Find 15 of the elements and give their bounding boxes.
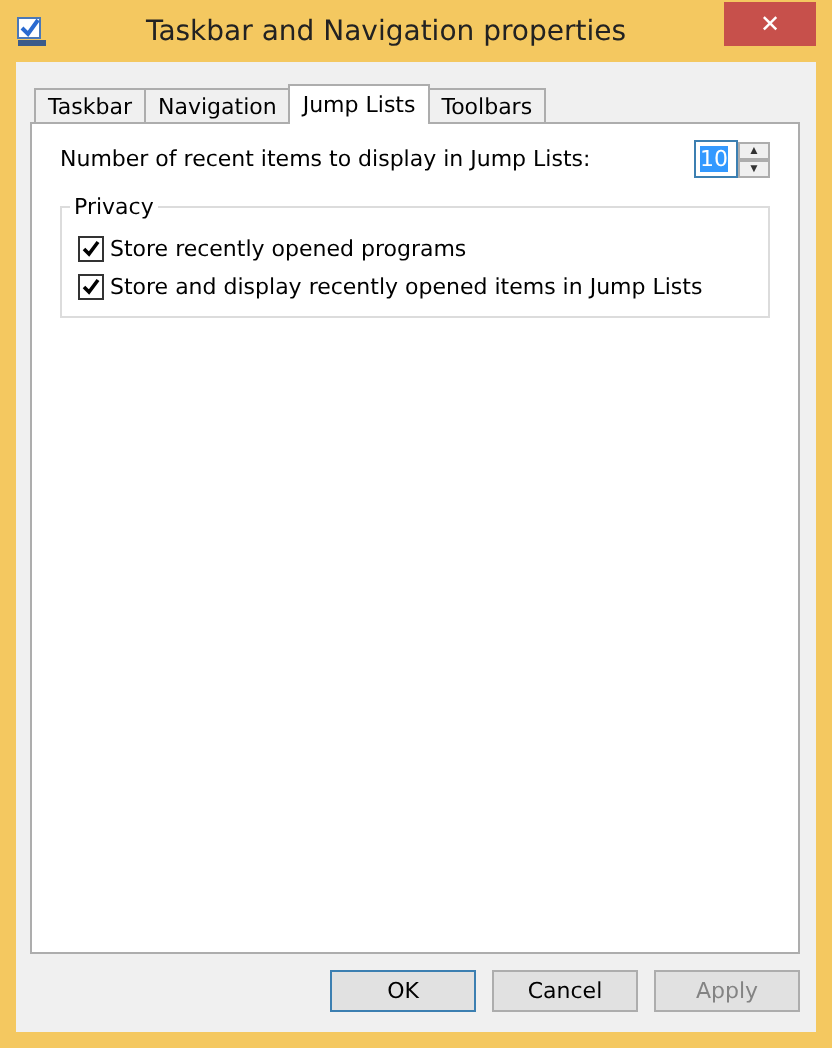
dialog-button[interactable]: Cancel xyxy=(492,970,638,1012)
tab[interactable]: Toolbars xyxy=(427,88,547,122)
checkbox-window-icon xyxy=(16,15,48,47)
tab[interactable]: Jump Lists xyxy=(288,84,430,124)
checkbox[interactable] xyxy=(78,236,104,262)
tab[interactable]: Taskbar xyxy=(34,88,146,122)
window-title: Taskbar and Navigation properties xyxy=(143,15,629,47)
checkbox-label: Store recently opened programs xyxy=(110,236,467,262)
dialog-button[interactable]: OK xyxy=(330,970,476,1012)
checkbox-label: Store and display recently opened items in Jump Lists xyxy=(110,274,703,300)
close-button[interactable]: ✕ xyxy=(724,1,816,45)
group-title: Privacy xyxy=(72,194,156,220)
checkbox[interactable] xyxy=(78,274,104,300)
tab[interactable]: Navigation xyxy=(144,88,291,122)
recent-items-label: Number of recent items to display in Jump Lists: xyxy=(60,146,591,172)
